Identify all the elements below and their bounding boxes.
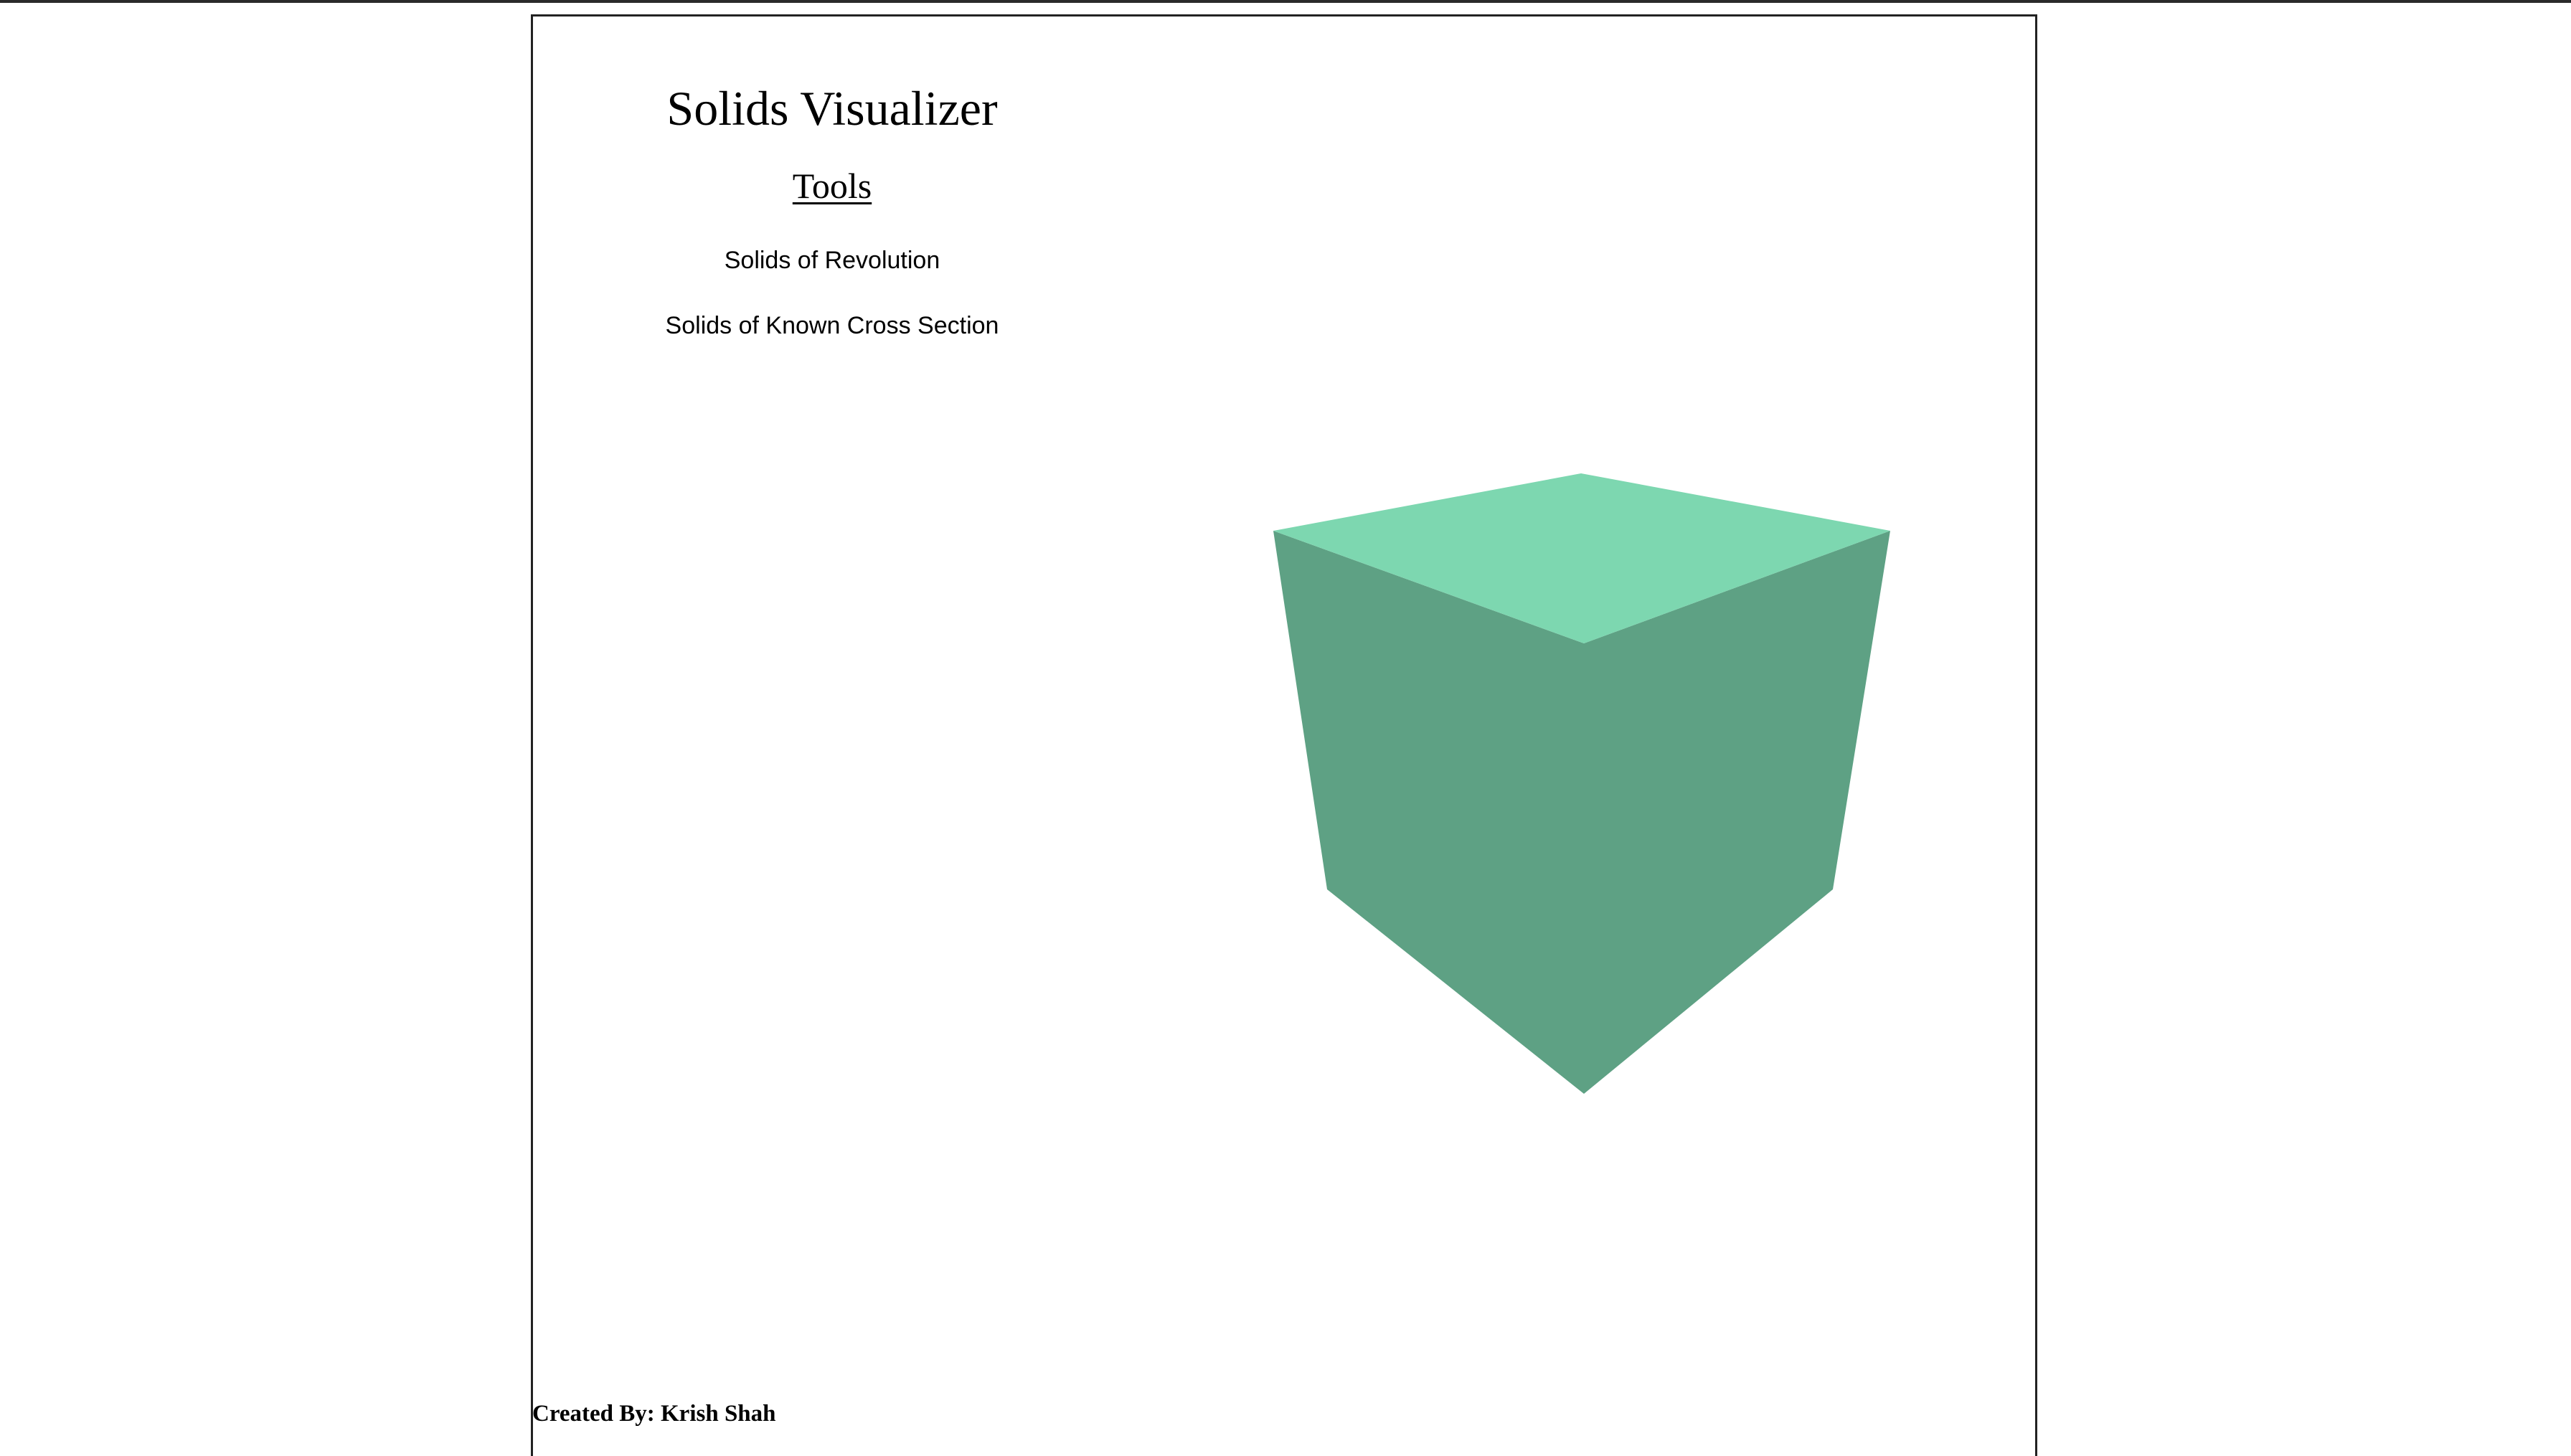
3d-viewport[interactable] [1220,430,1937,1148]
tools-sidebar: Solids Visualizer Tools Solids of Revolu… [545,79,1119,340]
footer-credit: Created By: Krish Shah [532,1401,776,1427]
tool-link-solids-of-revolution[interactable]: Solids of Revolution [545,247,1119,275]
top-border-line [0,0,2571,3]
tool-link-solids-of-known-cross-section[interactable]: Solids of Known Cross Section [545,312,1119,340]
page-title: Solids Visualizer [666,81,998,136]
tools-heading-link[interactable]: Tools [793,165,872,207]
cube-render [1273,473,1890,1094]
